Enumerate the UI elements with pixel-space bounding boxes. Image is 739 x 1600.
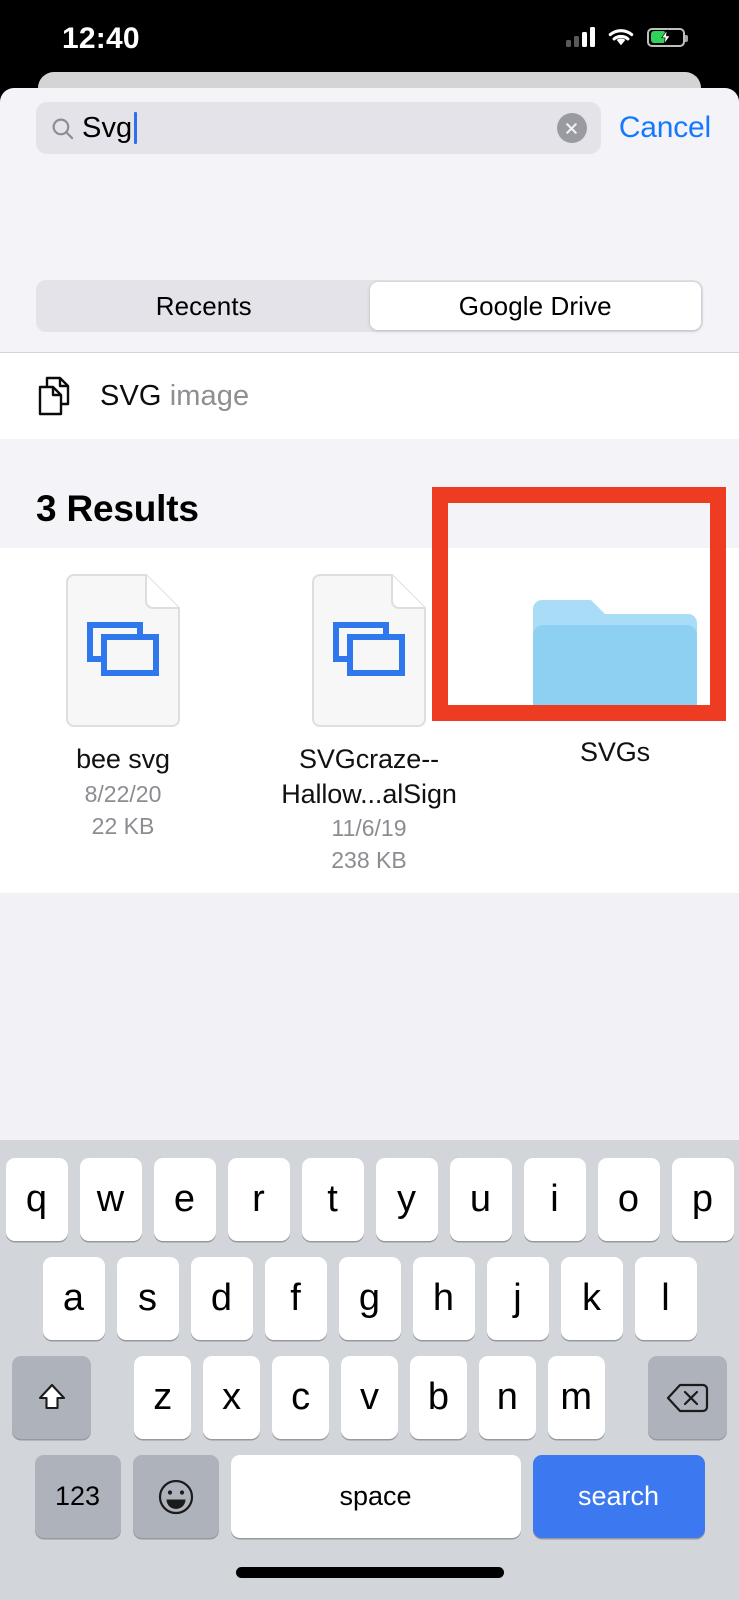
key-h[interactable]: h (412, 1257, 475, 1340)
search-icon (52, 118, 74, 139)
backspace-icon (667, 1383, 709, 1412)
key-b[interactable]: b (409, 1356, 467, 1439)
result-item-name: SVGcraze--Hallow...alSign (281, 744, 457, 809)
backspace-key[interactable] (648, 1356, 727, 1439)
suggestion-strong-text: SVG (100, 379, 162, 412)
result-item-size: 22 KB (91, 812, 155, 839)
result-item-name: bee svg (76, 744, 170, 774)
key-u[interactable]: u (449, 1158, 512, 1241)
phone-screen: 12:40 Svg Cancel Recents Google Drive SV… (0, 0, 739, 1600)
tab-recents[interactable]: Recents (38, 282, 370, 330)
status-bar-time: 12:40 (62, 22, 140, 55)
empty-space (0, 893, 739, 1140)
key-o[interactable]: o (597, 1158, 660, 1241)
emoji-smiley-icon (158, 1479, 193, 1514)
key-j[interactable]: j (486, 1257, 549, 1340)
key-w[interactable]: w (79, 1158, 142, 1241)
result-item-bee-svg[interactable]: bee svg 8/22/20 22 KB (0, 573, 246, 876)
results-grid-container: bee svg 8/22/20 22 KB SVGcraze--Hallow..… (0, 548, 739, 893)
shift-arrow-icon (38, 1383, 65, 1409)
key-m[interactable]: m (547, 1356, 605, 1439)
numbers-key[interactable]: 123 (34, 1455, 121, 1538)
key-x[interactable]: x (203, 1356, 261, 1439)
keyboard-row-3: z x c v b n m (0, 1340, 739, 1439)
suggestion-muted-text: image (169, 379, 250, 412)
clear-circle-icon[interactable] (556, 113, 587, 143)
key-p[interactable]: p (671, 1158, 734, 1241)
search-bar: Svg Cancel (0, 88, 739, 168)
result-item-date: 8/22/20 (84, 780, 162, 807)
documents-copy-icon (38, 376, 70, 416)
search-input-value: Svg (82, 111, 133, 144)
source-segmented-control: Recents Google Drive (36, 280, 703, 332)
result-item-size: 238 KB (331, 847, 407, 874)
result-item-svgcraze[interactable]: SVGcraze--Hallow...alSign 11/6/19 238 KB (246, 573, 492, 876)
battery-charging-icon (647, 27, 688, 47)
status-bar: 12:40 (0, 0, 739, 74)
key-a[interactable]: a (42, 1257, 105, 1340)
suggestion-row-svg-image[interactable]: SVG image (0, 353, 739, 439)
home-indicator (235, 1567, 504, 1578)
status-bar-indicators (566, 26, 688, 48)
suggestion-label: SVG image (100, 380, 249, 413)
space-key[interactable]: space (230, 1455, 521, 1538)
folder-icon (533, 600, 697, 719)
result-item-date: 11/6/19 (331, 815, 407, 842)
search-return-key[interactable]: search (532, 1455, 705, 1538)
key-k[interactable]: k (560, 1257, 623, 1340)
key-r[interactable]: r (227, 1158, 290, 1241)
key-n[interactable]: n (478, 1356, 536, 1439)
close-icon (566, 122, 578, 134)
key-v[interactable]: v (341, 1356, 398, 1439)
charging-bolt-icon (661, 29, 671, 44)
text-caret (134, 112, 138, 144)
key-l[interactable]: l (634, 1257, 697, 1340)
tab-google-drive[interactable]: Google Drive (369, 282, 701, 330)
cancel-button[interactable]: Cancel (615, 111, 721, 145)
result-item-svgs-folder[interactable]: SVGs (492, 573, 738, 876)
search-input[interactable]: Svg (36, 102, 601, 154)
key-y[interactable]: y (375, 1158, 438, 1241)
shift-key[interactable] (12, 1356, 91, 1439)
key-q[interactable]: q (5, 1158, 68, 1241)
results-grid: bee svg 8/22/20 22 KB SVGcraze--Hallow..… (0, 548, 739, 876)
svg-file-icon (66, 574, 180, 727)
result-item-name: SVGs (579, 737, 651, 767)
svg-file-icon (312, 574, 426, 727)
keyboard-row-2: a s d f g h j k l (0, 1241, 739, 1340)
key-i[interactable]: i (523, 1158, 586, 1241)
keyboard-row-1: q w e r t y u i o p (0, 1140, 739, 1241)
document-picker-sheet: Svg Cancel Recents Google Drive SVG imag… (0, 88, 739, 1600)
keyboard-row-4: 123 space search (0, 1439, 739, 1538)
emoji-key[interactable] (132, 1455, 219, 1538)
key-z[interactable]: z (134, 1356, 192, 1439)
key-d[interactable]: d (190, 1257, 253, 1340)
wifi-icon (608, 29, 634, 46)
results-count-label: 3 Results (36, 488, 199, 529)
key-c[interactable]: c (272, 1356, 330, 1439)
key-e[interactable]: e (153, 1158, 216, 1241)
on-screen-keyboard: q w e r t y u i o p a s d f g h j k l z … (0, 1140, 739, 1600)
key-g[interactable]: g (338, 1257, 401, 1340)
key-f[interactable]: f (264, 1257, 327, 1340)
signal-bars-icon (566, 27, 595, 47)
key-t[interactable]: t (301, 1158, 364, 1241)
results-header: 3 Results (0, 439, 739, 548)
key-s[interactable]: s (116, 1257, 179, 1340)
